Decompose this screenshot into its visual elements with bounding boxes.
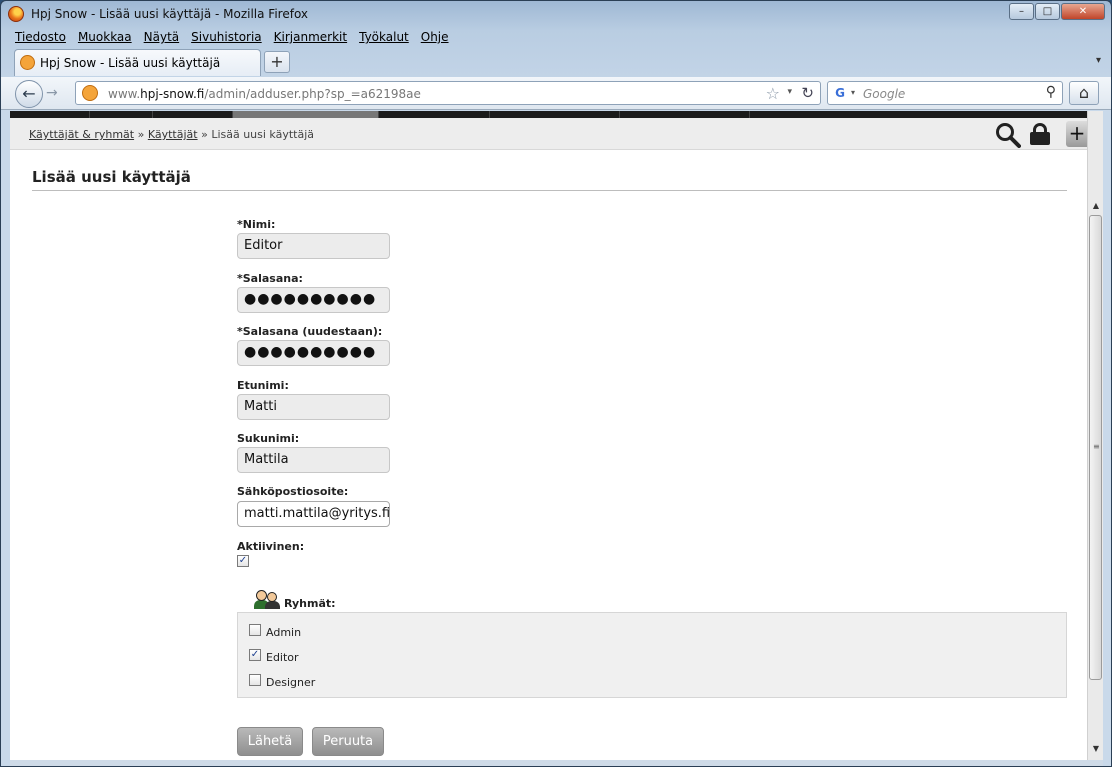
cancel-button[interactable]: Peruuta <box>312 727 384 756</box>
close-button[interactable]: ✕ <box>1061 3 1105 20</box>
new-tab-button[interactable]: + <box>264 51 290 73</box>
groups-label: Ryhmät: <box>284 597 336 610</box>
vertical-scrollbar[interactable]: ▲ ≡ ▼ <box>1087 111 1103 760</box>
breadcrumb-current: Lisää uusi käyttäjä <box>211 128 315 141</box>
group-designer-label: Designer <box>266 676 316 689</box>
menu-ohje[interactable]: Ohje <box>415 29 455 48</box>
breadcrumb-users-link[interactable]: Käyttäjät <box>148 128 198 141</box>
reload-icon[interactable]: ↻ <box>801 84 814 102</box>
tab-bar: Hpj Snow - Lisää uusi käyttäjä + ▾ <box>1 49 1111 77</box>
menu-kirjanmerkit[interactable]: Kirjanmerkit <box>268 29 353 48</box>
google-engine-icon[interactable]: G <box>832 85 848 101</box>
active-label: Aktiivinen: <box>237 540 305 553</box>
url-bar[interactable]: www.hpj-snow.fi/admin/adduser.php?sp_=a6… <box>75 81 821 105</box>
tab-list-dropdown-icon[interactable]: ▾ <box>1096 55 1101 66</box>
menu-tyokalut[interactable]: Työkalut <box>353 29 415 48</box>
url-text[interactable]: www.hpj-snow.fi/admin/adduser.php?sp_=a6… <box>108 87 421 101</box>
name-input[interactable]: Editor <box>237 233 390 259</box>
breadcrumb-bar: Käyttäjät & ryhmät » Käyttäjät » Lisää u… <box>10 118 1088 150</box>
add-icon[interactable]: + <box>1066 121 1088 147</box>
name-label: *Nimi: <box>237 218 276 231</box>
search-placeholder[interactable]: Google <box>863 87 905 101</box>
password-input[interactable]: ●●●●●●●●●● <box>237 287 390 313</box>
menu-muokkaa[interactable]: Muokkaa <box>72 29 138 48</box>
window-controls: – □ ✕ <box>1009 3 1105 20</box>
firstname-input[interactable]: Matti <box>237 394 390 420</box>
search-engine-dropdown-icon[interactable]: ▾ <box>851 88 855 97</box>
password-repeat-label: *Salasana (uudestaan): <box>237 325 383 338</box>
lastname-input[interactable]: Mattila <box>237 447 390 473</box>
group-admin-label: Admin <box>266 626 302 639</box>
tab-active[interactable]: Hpj Snow - Lisää uusi käyttäjä <box>14 49 261 76</box>
site-identity-icon[interactable] <box>82 85 98 101</box>
active-checkbox[interactable]: ✓ <box>237 555 249 567</box>
email-label: Sähköpostiosoite: <box>237 485 349 498</box>
submit-button[interactable]: Lähetä <box>237 727 303 756</box>
menu-bar: Tiedosto Muokkaa Näytä Sivuhistoria Kirj… <box>9 29 455 48</box>
search-bar[interactable]: G ▾ Google ⚲ <box>827 81 1063 105</box>
password-label: *Salasana: <box>237 272 303 285</box>
forward-button[interactable]: → <box>46 85 58 101</box>
back-button[interactable]: ← <box>15 80 43 108</box>
group-editor-label: Editor <box>266 651 299 664</box>
groups-panel: Admin ✓ Editor Designer <box>237 612 1067 698</box>
menu-sivuhistoria[interactable]: Sivuhistoria <box>185 29 268 48</box>
scroll-up-icon[interactable]: ▲ <box>1088 201 1103 215</box>
menu-nayta[interactable]: Näytä <box>138 29 186 48</box>
page-title: Lisää uusi käyttäjä <box>32 168 191 186</box>
minimize-button[interactable]: – <box>1009 3 1034 20</box>
groups-icon <box>254 588 284 610</box>
breadcrumb: Käyttäjät & ryhmät » Käyttäjät » Lisää u… <box>29 128 315 141</box>
window-title: Hpj Snow - Lisää uusi käyttäjä - Mozilla… <box>31 7 309 21</box>
group-admin-checkbox[interactable] <box>249 624 261 636</box>
bookmark-star-icon[interactable]: ☆ <box>766 84 780 103</box>
group-editor-checkbox[interactable]: ✓ <box>249 649 261 661</box>
url-history-dropdown-icon[interactable]: ▾ <box>787 87 792 97</box>
lock-icon[interactable] <box>1029 122 1051 146</box>
top-nav-strip <box>10 111 1087 118</box>
search-icon[interactable] <box>995 122 1021 154</box>
search-go-icon[interactable]: ⚲ <box>1046 84 1056 100</box>
browser-window: Hpj Snow - Lisää uusi käyttäjä - Mozilla… <box>0 0 1112 767</box>
title-bar: Hpj Snow - Lisää uusi käyttäjä - Mozilla… <box>1 1 1111 28</box>
email-input[interactable]: matti.mattila@yritys.fi <box>237 501 390 527</box>
scroll-thumb[interactable]: ≡ <box>1089 215 1102 680</box>
menu-tiedosto[interactable]: Tiedosto <box>9 29 72 48</box>
password-repeat-input[interactable]: ●●●●●●●●●● <box>237 340 390 366</box>
group-designer-checkbox[interactable] <box>249 674 261 686</box>
site-favicon-icon <box>20 55 35 70</box>
firefox-logo-icon <box>8 6 24 22</box>
title-divider <box>32 190 1067 191</box>
status-bar <box>10 760 1103 766</box>
scroll-down-icon[interactable]: ▼ <box>1088 744 1103 758</box>
maximize-button[interactable]: □ <box>1035 3 1060 20</box>
home-button[interactable]: ⌂ <box>1069 81 1099 105</box>
lastname-label: Sukunimi: <box>237 432 300 445</box>
firstname-label: Etunimi: <box>237 379 289 392</box>
navigation-toolbar: ← → www.hpj-snow.fi/admin/adduser.php?sp… <box>1 77 1111 110</box>
tab-label: Hpj Snow - Lisää uusi käyttäjä <box>40 56 221 70</box>
page-viewport: Käyttäjät & ryhmät » Käyttäjät » Lisää u… <box>10 111 1103 760</box>
breadcrumb-users-groups-link[interactable]: Käyttäjät & ryhmät <box>29 128 134 141</box>
